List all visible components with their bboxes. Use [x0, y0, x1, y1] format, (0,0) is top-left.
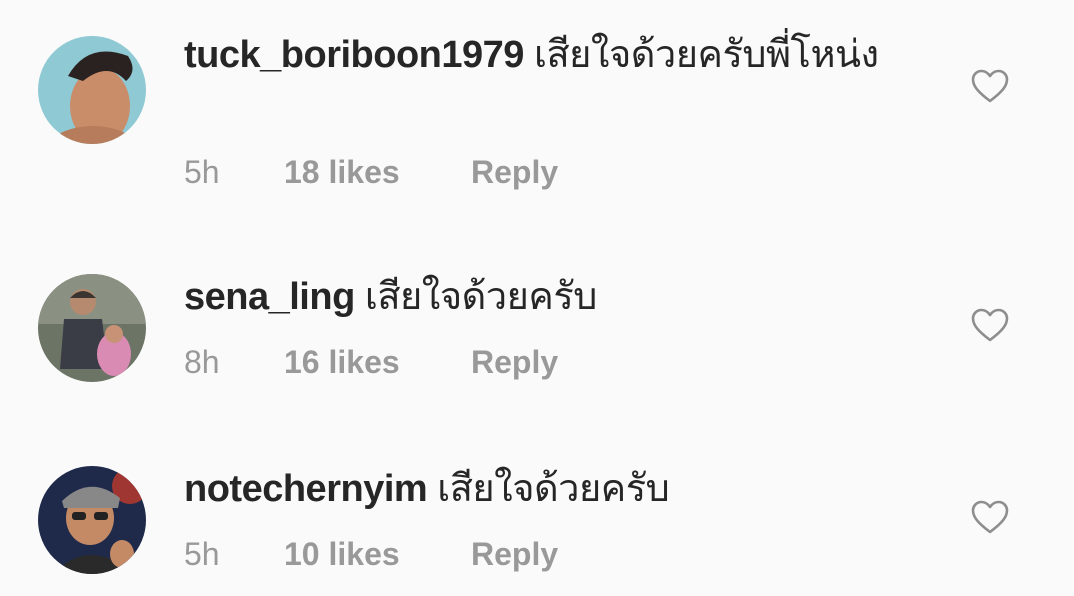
- comment-timestamp: 8h: [184, 344, 220, 380]
- comment-timestamp: 5h: [184, 154, 220, 190]
- avatar[interactable]: [38, 274, 146, 382]
- comment-likes[interactable]: 16 likes: [284, 342, 471, 382]
- avatar[interactable]: [38, 36, 146, 144]
- avatar-image: [38, 274, 146, 382]
- comment-username[interactable]: sena_ling: [184, 276, 355, 318]
- comment-likes[interactable]: 10 likes: [284, 534, 471, 574]
- avatar-image: [38, 466, 146, 574]
- comment-text: tuck_boriboon1979 เสียใจด้วยครับพี่โหน่ง: [184, 30, 884, 80]
- comment-username[interactable]: tuck_boriboon1979: [184, 34, 524, 76]
- heart-icon[interactable]: [970, 306, 1010, 346]
- comment-body: เสียใจด้วยครับ: [437, 468, 670, 510]
- avatar[interactable]: [38, 466, 146, 574]
- comment-meta: 5h 10 likes Reply: [184, 534, 558, 574]
- avatar-image: [38, 36, 146, 144]
- reply-button[interactable]: Reply: [471, 342, 558, 382]
- comment-body: เสียใจด้วยครับ: [364, 276, 598, 318]
- comment-timestamp: 5h: [184, 536, 220, 572]
- comment-text: notechernyim เสียใจด้วยครับ: [184, 464, 884, 514]
- comment-username[interactable]: notechernyim: [184, 468, 428, 510]
- comment-text: sena_ling เสียใจด้วยครับ: [184, 272, 884, 322]
- comment-meta: 5h 18 likes Reply: [184, 152, 558, 192]
- comment-meta: 8h 16 likes Reply: [184, 342, 558, 382]
- comment-likes[interactable]: 18 likes: [284, 152, 471, 192]
- heart-icon[interactable]: [970, 498, 1010, 538]
- reply-button[interactable]: Reply: [471, 152, 558, 192]
- comment-body: เสียใจด้วยครับพี่โหน่ง: [533, 34, 879, 76]
- heart-icon[interactable]: [970, 67, 1010, 107]
- reply-button[interactable]: Reply: [471, 534, 558, 574]
